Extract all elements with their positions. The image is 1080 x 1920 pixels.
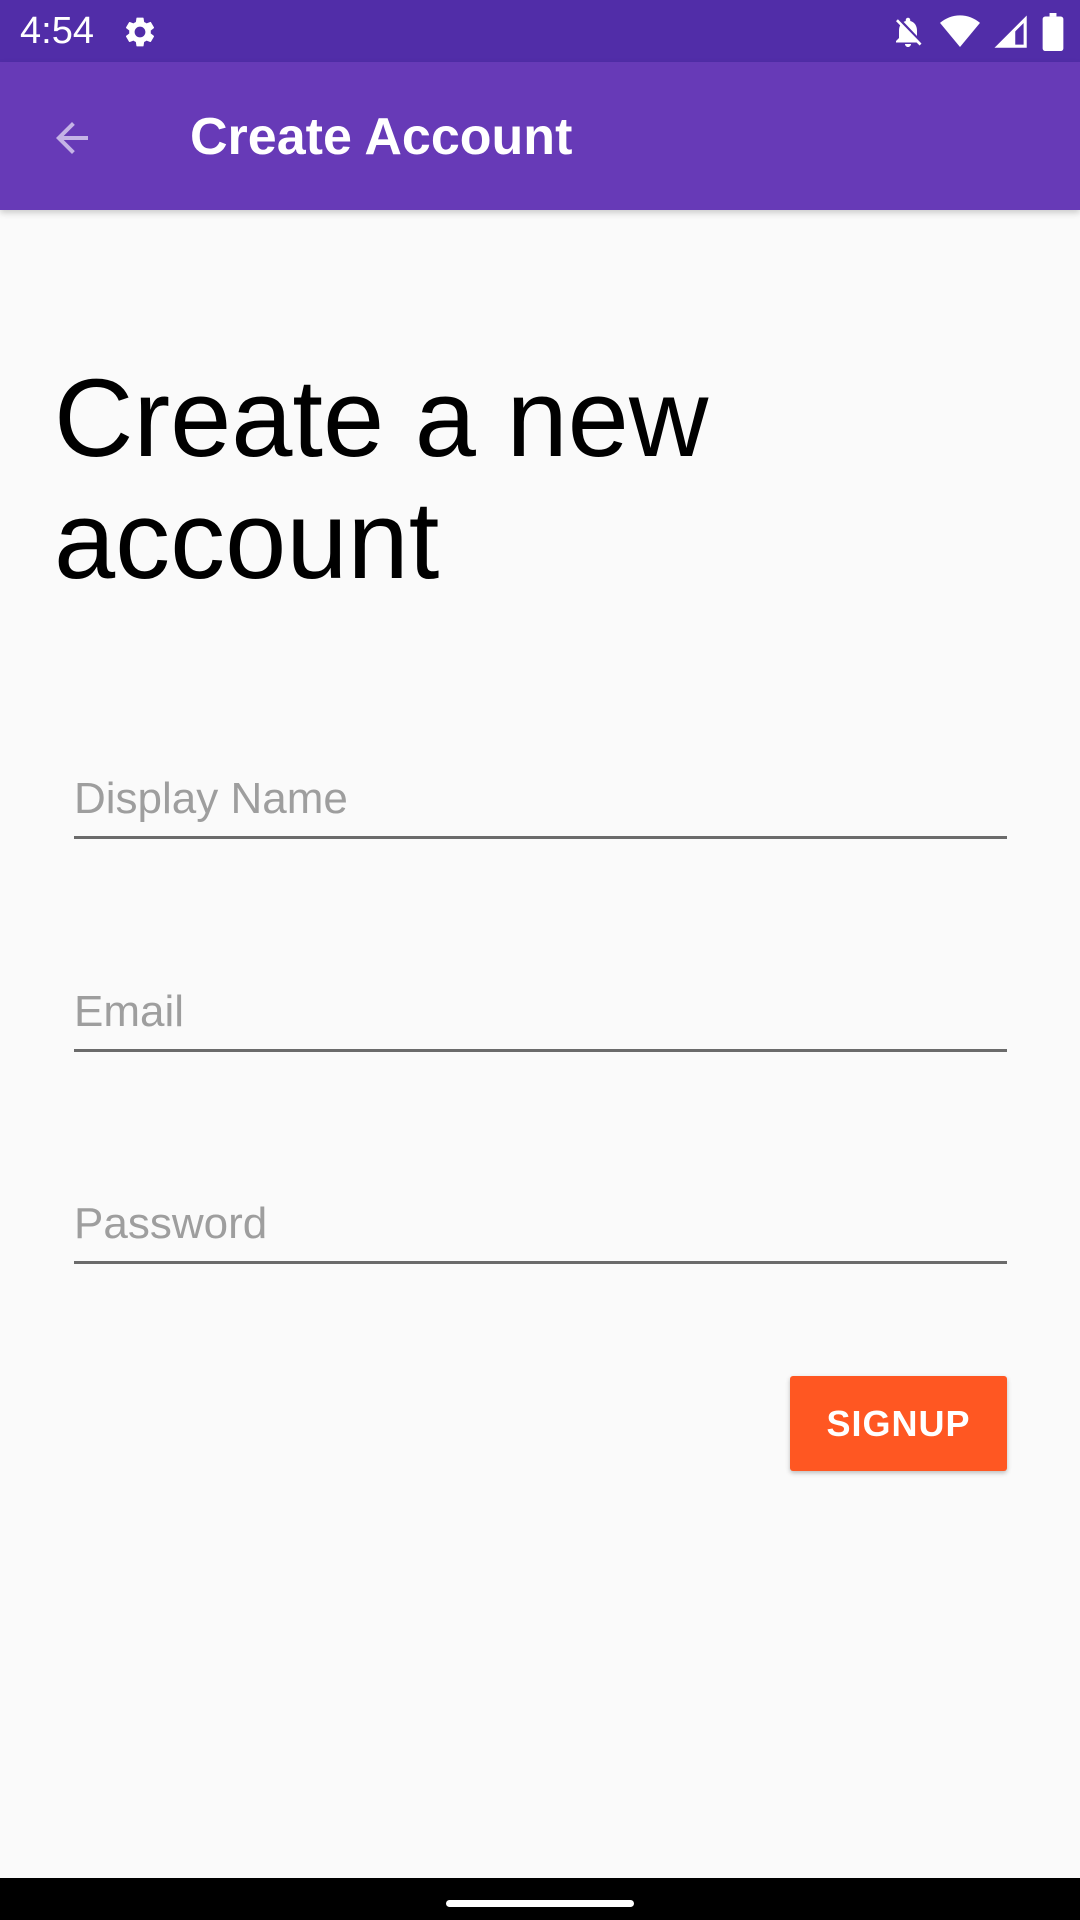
status-icons	[890, 12, 1064, 52]
email-field[interactable]	[74, 969, 1007, 1052]
notifications-off-icon	[896, 17, 922, 47]
password-input[interactable]	[74, 1197, 1007, 1251]
page-heading: Create a new account	[54, 357, 709, 602]
password-field[interactable]	[74, 1181, 1007, 1264]
battery-icon	[1042, 13, 1064, 51]
display-name-input[interactable]	[74, 772, 1007, 826]
status-time: 4:54	[20, 10, 94, 52]
signal-icon	[994, 15, 1027, 48]
signup-button[interactable]: SIGNUP	[790, 1376, 1007, 1471]
settings-icon	[125, 17, 155, 47]
wifi-icon	[940, 15, 980, 48]
app-bar-title: Create Account	[190, 108, 573, 166]
arrow-back-icon	[56, 122, 88, 154]
email-input[interactable]	[74, 985, 1007, 1039]
display-name-field[interactable]	[74, 756, 1007, 839]
navigation-bar	[0, 1878, 1080, 1920]
status-bar: 4:54	[0, 0, 1080, 62]
home-handle[interactable]	[446, 1900, 634, 1907]
app-bar: Create Account	[0, 62, 1080, 210]
back-button[interactable]	[36, 102, 108, 174]
